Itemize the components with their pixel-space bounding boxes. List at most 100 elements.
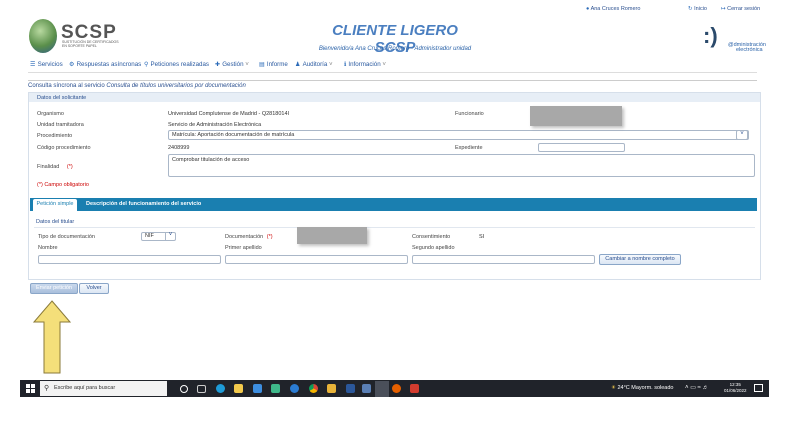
notifications-icon[interactable] <box>754 384 763 392</box>
home-icon: ↻ <box>688 6 693 12</box>
nav-label: Gestión <box>222 61 244 68</box>
wifi-icon: ≈ <box>697 385 701 391</box>
nombre-label: Nombre <box>38 245 58 251</box>
user-link[interactable]: ● Ana Cruces Romero <box>586 6 640 12</box>
weather-text: 24°C Mayorm. soleado <box>617 385 674 391</box>
list-icon: ☰ <box>30 61 36 68</box>
nav-gestion[interactable]: ✚ Gestión ˅ <box>215 61 249 68</box>
nav-respuestas-asincronas[interactable]: ⚙ Respuestas asíncronas <box>69 61 141 68</box>
expediente-label: Expediente <box>455 145 483 151</box>
admin-logo-line2: electrónica <box>736 47 763 53</box>
nav-label: Auditoría <box>302 61 328 68</box>
app-yellow-icon[interactable] <box>327 384 336 393</box>
nav-label: Peticiones realizadas <box>150 61 210 68</box>
chevron-up-icon: ˄ <box>685 385 689 391</box>
divider <box>28 80 757 81</box>
chrome-icon[interactable] <box>309 384 318 393</box>
search-icon: ⚲ <box>144 61 149 68</box>
admin-electronica-text: @dministración electrónica <box>728 42 773 53</box>
tipo-doc-label: Tipo de documentación <box>38 234 95 240</box>
cambiar-nombre-completo-button[interactable]: Cambiar a nombre completo <box>599 254 681 265</box>
titular-header: Datos del titular <box>36 219 75 225</box>
expediente-input[interactable] <box>538 143 625 152</box>
nav-servicios[interactable]: ☰ Servicios <box>30 61 63 68</box>
chevron-down-icon: ˅ <box>243 61 249 68</box>
codigo-label: Código procedimiento <box>37 145 91 151</box>
inicio-label: Inicio <box>694 6 707 12</box>
weather-widget[interactable]: ☀ 24°C Mayorm. soleado <box>611 385 673 391</box>
consentimiento-value: SI <box>479 234 485 240</box>
nav-informacion[interactable]: ℹ Información ˅ <box>344 61 386 68</box>
segundo-apellido-label: Segundo apellido <box>412 245 455 251</box>
breadcrumb: Consulta síncrona al servicio Consulta d… <box>28 83 246 89</box>
redacted-documentacion[interactable] <box>297 227 367 244</box>
solicitante-header-label: Datos del solicitante <box>37 95 87 101</box>
chevron-down-icon: ˅ <box>740 131 744 137</box>
logout-icon: ↦ <box>721 6 726 12</box>
codigo-value: 2408999 <box>168 145 190 151</box>
required-note: (*) Campo obligatorio <box>37 182 89 188</box>
app-blue-icon[interactable] <box>362 384 371 393</box>
volver-button[interactable]: Volver <box>79 283 109 294</box>
documentacion-label-text: Documentación <box>225 234 264 240</box>
windows-taskbar: ⚲ Escribe aquí para buscar ☀ 24°C Mayorm… <box>20 380 769 397</box>
app-green-icon[interactable] <box>271 384 280 393</box>
finalidad-required: (*) <box>66 164 73 170</box>
plus-icon: ✚ <box>215 61 221 68</box>
user-icon: ● <box>586 6 590 12</box>
chevron-down-icon: ˅ <box>165 232 175 240</box>
windows-start-icon[interactable] <box>26 384 35 393</box>
tab-peticion-simple[interactable]: Petición simple <box>33 199 77 211</box>
nav-label: Servicios <box>37 61 63 68</box>
user-name: Ana Cruces Romero <box>590 6 641 12</box>
taskbar-search-placeholder: Escribe aquí para buscar <box>54 385 116 391</box>
clock[interactable]: 12:35 01/06/2022 <box>724 382 747 394</box>
ie-icon[interactable] <box>290 384 299 393</box>
chevron-down-icon: ˅ <box>380 61 387 68</box>
nombre-input[interactable] <box>38 255 221 264</box>
task-view-icon[interactable] <box>197 385 206 393</box>
store-icon[interactable] <box>253 384 262 393</box>
enviar-peticion-button[interactable]: Enviar petición <box>30 283 78 294</box>
scsp-logo-globe <box>29 19 57 53</box>
tipo-doc-select[interactable]: NIF ˅ <box>141 232 176 241</box>
welcome-text: Bienvenido/a Ana Cruces Romero - Adminis… <box>318 46 472 52</box>
finalidad-label-text: Finalidad <box>37 164 60 170</box>
inicio-link[interactable]: ↻ Inicio <box>688 6 707 12</box>
nav-informe[interactable]: ▤ Informe <box>259 61 288 68</box>
edge-icon[interactable] <box>216 384 225 393</box>
tab-label: Petición simple <box>36 201 74 207</box>
finalidad-label: Finalidad (*) <box>37 164 73 170</box>
pdf-icon[interactable] <box>410 384 419 393</box>
active-app-icon[interactable] <box>375 381 389 397</box>
explorer-icon[interactable] <box>234 384 243 393</box>
admin-electronica-logo: :) <box>703 23 718 48</box>
segundo-apellido-input[interactable] <box>412 255 595 264</box>
chevron-down-icon: ˅ <box>327 61 333 68</box>
main-navbar: ☰ Servicios ⚙ Respuestas asíncronas ⚲ Petic… <box>28 59 757 73</box>
taskbar-search-box[interactable]: ⚲ Escribe aquí para buscar <box>40 381 167 396</box>
cortana-icon[interactable] <box>180 385 188 393</box>
unidad-label: Unidad tramitadora <box>37 122 84 128</box>
unidad-value: Servicio de Administración Electrónica <box>168 122 262 128</box>
system-tray-icons[interactable]: ˄ ▭ ≈ ♬ <box>685 384 709 391</box>
procedimiento-select[interactable]: Matrícula: Aportación documentación de m… <box>168 130 749 140</box>
tab-descripcion[interactable]: Descripción del funcionamiento del servi… <box>86 199 201 211</box>
titular-divider <box>34 227 755 228</box>
primer-apellido-input[interactable] <box>225 255 408 264</box>
breadcrumb-prefix: Consulta síncrona al servicio <box>28 83 107 89</box>
nav-label: Respuestas asíncronas <box>76 61 142 68</box>
firefox-icon[interactable] <box>392 384 401 393</box>
word-icon[interactable] <box>346 384 355 393</box>
gear-icon: ⚙ <box>69 61 75 68</box>
nav-peticiones-realizadas[interactable]: ⚲ Peticiones realizadas <box>144 61 209 68</box>
organismo-label: Organismo <box>37 111 64 117</box>
nav-auditoria[interactable]: ♟ Auditoría ˅ <box>295 61 333 68</box>
procedimiento-dropdown-button[interactable]: ˅ <box>736 130 748 140</box>
funcionario-label: Funcionario <box>455 111 484 117</box>
logout-label: Cerrar sesión <box>727 6 761 12</box>
logout-link[interactable]: ↦ Cerrar sesión <box>721 6 760 12</box>
sun-icon: ☀ <box>611 385 616 391</box>
finalidad-value: Comprobar titulación de acceso <box>172 157 250 163</box>
finalidad-textarea[interactable]: Comprobar titulación de acceso <box>168 154 755 177</box>
